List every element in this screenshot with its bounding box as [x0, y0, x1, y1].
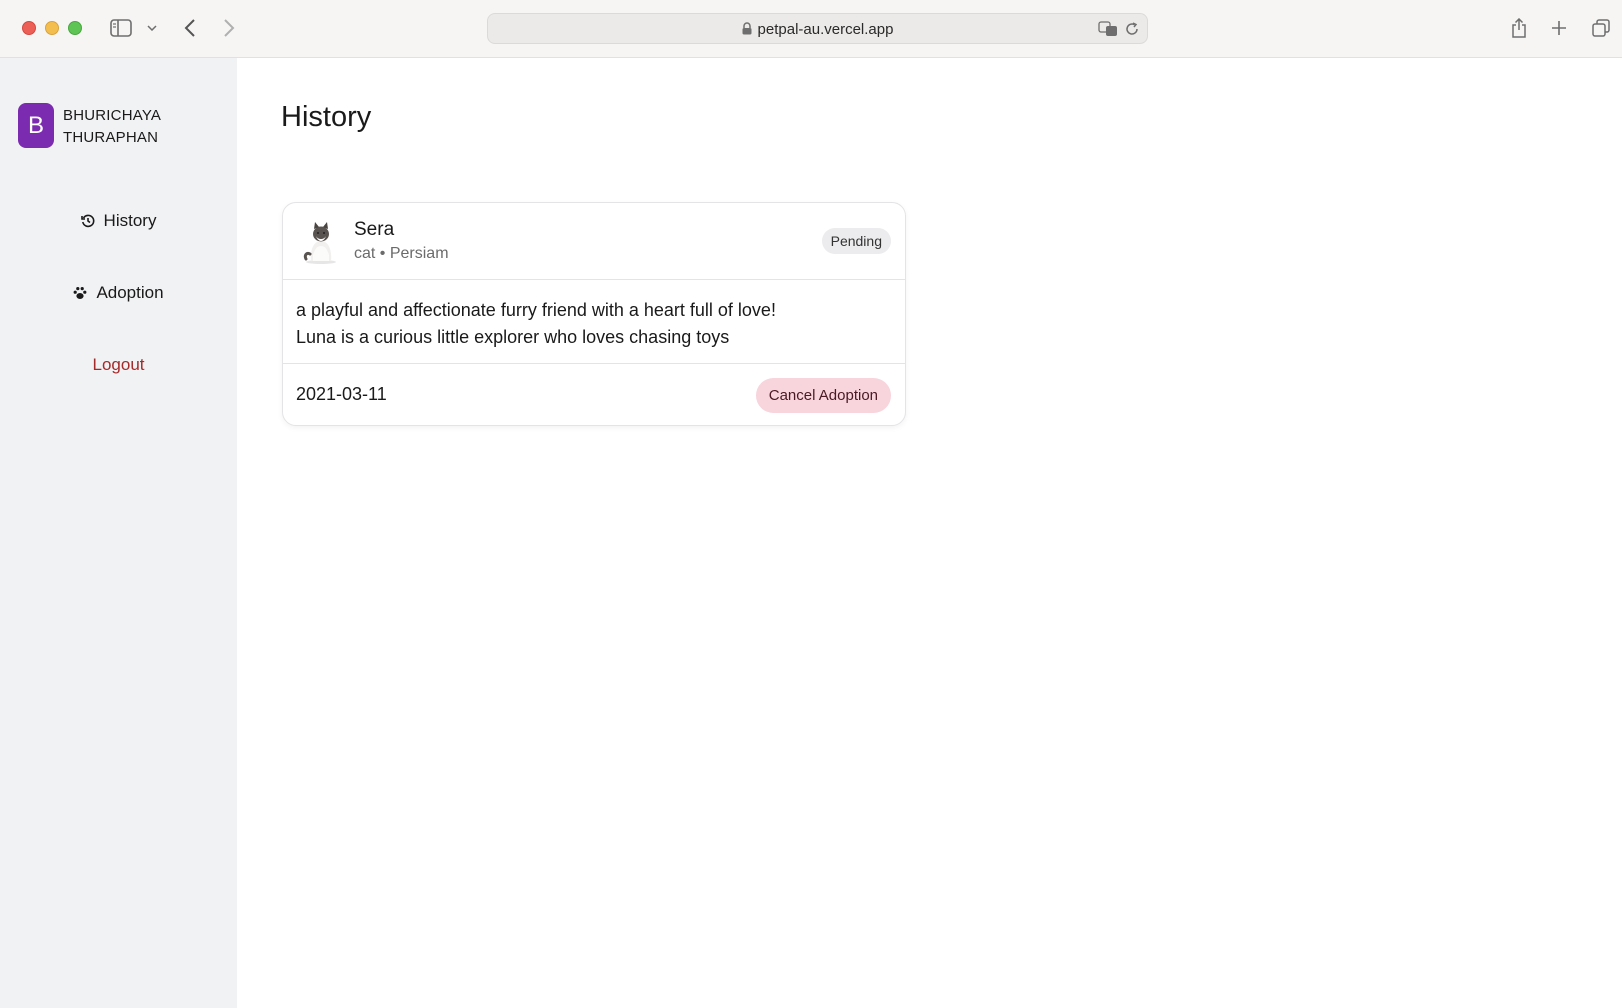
card-header: Sera cat • Persiam Pending: [283, 203, 905, 280]
maximize-window-button[interactable]: [68, 21, 82, 35]
card-description: a playful and affectionate furry friend …: [283, 280, 905, 364]
status-badge: Pending: [821, 228, 891, 254]
lock-icon: [742, 22, 752, 39]
user-name: BHURICHAYA THURAPHAN: [63, 105, 223, 149]
user-name-line2: THURAPHAN: [63, 129, 159, 146]
description-line: Luna is a curious little explorer who lo…: [296, 327, 730, 347]
adoption-date: 2021-03-11: [296, 384, 387, 404]
new-tab-icon[interactable]: [1548, 14, 1570, 42]
sidebar-item-label: History: [103, 211, 157, 230]
logout-label: Logout: [92, 355, 145, 374]
reload-icon[interactable]: [1123, 15, 1141, 43]
paw-icon: [73, 286, 87, 300]
minimize-window-button[interactable]: [45, 21, 59, 35]
sidebar-item-label: Adoption: [96, 283, 164, 302]
adoption-card: Sera cat • Persiam Pending a playful and…: [282, 202, 906, 426]
close-window-button[interactable]: [22, 21, 36, 35]
pet-photo: [301, 219, 341, 265]
logout-button[interactable]: Logout: [0, 351, 237, 379]
back-icon[interactable]: [180, 14, 200, 42]
tab-overview-icon[interactable]: [1590, 14, 1612, 42]
card-footer: 2021-03-11 Cancel Adoption: [283, 364, 905, 426]
share-icon[interactable]: [1508, 14, 1530, 42]
browser-toolbar: petpal-au.vercel.app: [0, 0, 1622, 58]
pet-meta: cat • Persiam: [354, 245, 449, 262]
page-title: History: [281, 101, 372, 133]
sidebar-toggle-icon[interactable]: [108, 14, 134, 42]
user-name-line1: BHURICHAYA: [63, 107, 162, 124]
avatar: B: [18, 103, 54, 148]
chevron-down-icon[interactable]: [145, 14, 159, 42]
url-text: petpal-au.vercel.app: [757, 21, 894, 38]
pet-name: Sera: [354, 219, 395, 240]
history-icon: [80, 214, 95, 228]
sidebar: B BHURICHAYA THURAPHAN History Adoption …: [0, 58, 237, 1008]
translate-icon[interactable]: [1097, 15, 1119, 43]
sidebar-item-adoption[interactable]: Adoption: [0, 279, 237, 307]
cancel-adoption-button[interactable]: Cancel Adoption: [755, 378, 891, 413]
description-line: a playful and affectionate furry friend …: [296, 300, 776, 320]
sidebar-item-history[interactable]: History: [0, 207, 237, 235]
forward-icon[interactable]: [219, 14, 239, 42]
address-bar[interactable]: petpal-au.vercel.app: [487, 13, 1148, 44]
